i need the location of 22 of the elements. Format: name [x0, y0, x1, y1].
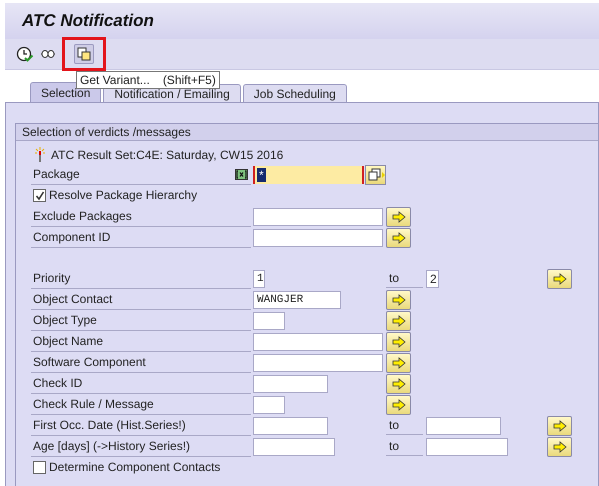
field-value: *	[257, 168, 266, 182]
result-set-info: ATC Result Set:C4E: Saturday, CW15 2016	[51, 148, 284, 162]
tooltip-shortcut: (Shift+F5)	[162, 73, 216, 87]
field-label: Software Component	[33, 355, 146, 369]
checkbox-label: Resolve Package Hierarchy	[49, 188, 198, 203]
range-to-label: to	[386, 437, 423, 456]
group-title: Selection of verdicts /messages	[22, 125, 191, 139]
field-label: Exclude Packages	[33, 209, 132, 223]
field-label: Priority	[33, 271, 70, 285]
field-label: Component ID	[33, 230, 110, 244]
field-label: Check Rule / Message	[33, 397, 154, 411]
range-to-label: to	[386, 416, 423, 435]
range-to-label: to	[386, 269, 423, 288]
field-label: Object Type	[33, 313, 97, 327]
field-label: Package	[33, 167, 80, 181]
window-title: ATC Notification	[22, 11, 154, 31]
field-label: Age [days] (->History Series!)	[33, 439, 190, 453]
field-label: Object Contact	[33, 292, 112, 306]
field-label: Check ID	[33, 376, 82, 390]
field-label: Object Name	[33, 334, 104, 348]
field-label: First Occ. Date (Hist.Series!)	[33, 418, 186, 432]
checkbox-label: Determine Component Contacts	[49, 460, 220, 475]
